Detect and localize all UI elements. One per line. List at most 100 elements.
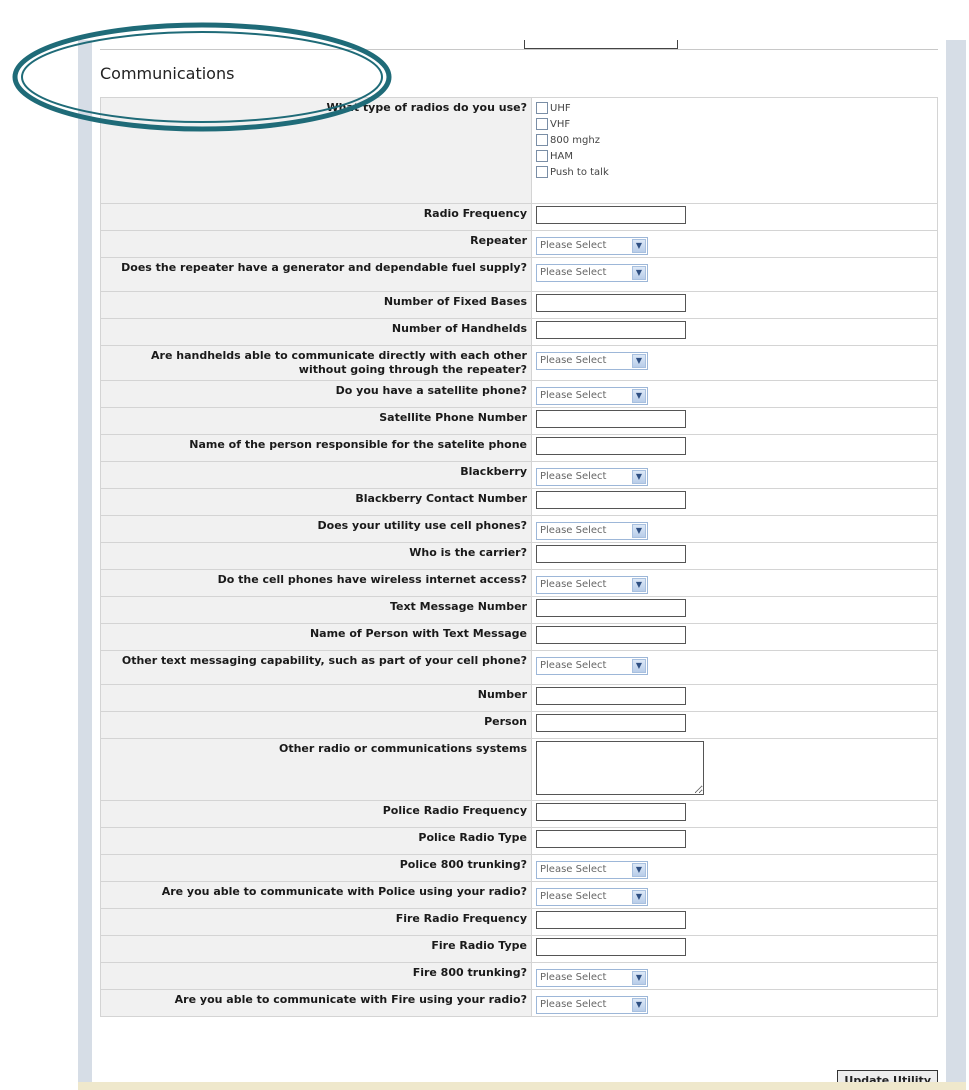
field-cell xyxy=(531,800,938,828)
checkbox-option[interactable]: Push to talk xyxy=(536,164,933,180)
form-row: Number xyxy=(100,684,938,712)
select-dropdown[interactable]: Please Select ▼ xyxy=(536,522,648,540)
select-dropdown[interactable]: Please Select ▼ xyxy=(536,861,648,879)
checkbox-option[interactable]: HAM xyxy=(536,148,933,164)
text-input[interactable] xyxy=(536,410,686,428)
checkbox-label: HAM xyxy=(550,150,573,162)
form-row: Do you have a satellite phone? Please Sel… xyxy=(100,380,938,408)
field-cell xyxy=(531,827,938,855)
field-label: Fire Radio Frequency xyxy=(100,908,532,936)
form-row: Radio Frequency xyxy=(100,203,938,231)
field-cell: Please Select ▼ xyxy=(531,650,938,685)
text-input[interactable] xyxy=(536,294,686,312)
checkbox[interactable] xyxy=(536,102,548,114)
textarea-input[interactable] xyxy=(536,741,704,795)
chevron-down-icon[interactable]: ▼ xyxy=(632,389,646,403)
select-value: Please Select xyxy=(540,525,607,536)
checkbox[interactable] xyxy=(536,150,548,162)
field-cell xyxy=(531,908,938,936)
field-cell: Please Select ▼ xyxy=(531,881,938,909)
chevron-down-icon[interactable]: ▼ xyxy=(632,863,646,877)
checkbox-option[interactable]: 800 mghz xyxy=(536,132,933,148)
select-dropdown[interactable]: Please Select ▼ xyxy=(536,969,648,987)
text-input[interactable] xyxy=(536,491,686,509)
select-dropdown[interactable]: Please Select ▼ xyxy=(536,657,648,675)
chevron-down-icon[interactable]: ▼ xyxy=(632,470,646,484)
field-cell xyxy=(531,935,938,963)
text-input[interactable] xyxy=(536,437,686,455)
select-value: Please Select xyxy=(540,267,607,278)
text-input[interactable] xyxy=(536,911,686,929)
select-dropdown[interactable]: Please Select ▼ xyxy=(536,996,648,1014)
chevron-down-icon[interactable]: ▼ xyxy=(632,971,646,985)
status-strip xyxy=(78,1082,966,1090)
text-input[interactable] xyxy=(536,599,686,617)
form-row: Satellite Phone Number xyxy=(100,407,938,435)
select-value: Please Select xyxy=(540,660,607,671)
text-input[interactable] xyxy=(536,626,686,644)
text-input[interactable] xyxy=(536,545,686,563)
select-value: Please Select xyxy=(540,240,607,251)
text-input[interactable] xyxy=(536,687,686,705)
form-row: Does the repeater have a generator and d… xyxy=(100,257,938,292)
select-dropdown[interactable]: Please Select ▼ xyxy=(536,264,648,282)
chevron-down-icon[interactable]: ▼ xyxy=(632,239,646,253)
field-label: Name of the person responsible for the s… xyxy=(100,434,532,462)
form-row: Are handhelds able to communicate direct… xyxy=(100,345,938,381)
text-input[interactable] xyxy=(536,321,686,339)
chevron-down-icon[interactable]: ▼ xyxy=(632,578,646,592)
select-dropdown[interactable]: Please Select ▼ xyxy=(536,468,648,486)
left-border xyxy=(78,40,92,1090)
field-label: Does your utility use cell phones? xyxy=(100,515,532,543)
form-row: Text Message Number xyxy=(100,596,938,624)
text-input[interactable] xyxy=(536,830,686,848)
highlight-ellipse-inner xyxy=(21,31,383,123)
checkbox-label: Push to talk xyxy=(550,166,609,178)
field-label: Are handhelds able to communicate direct… xyxy=(100,345,532,381)
field-label: Number xyxy=(100,684,532,712)
field-cell: Please Select ▼ xyxy=(531,461,938,489)
text-input[interactable] xyxy=(536,206,686,224)
field-cell: Please Select ▼ xyxy=(531,380,938,408)
previous-field-input[interactable] xyxy=(524,40,678,49)
select-dropdown[interactable]: Please Select ▼ xyxy=(536,888,648,906)
chevron-down-icon[interactable]: ▼ xyxy=(632,890,646,904)
form-row: Name of the person responsible for the s… xyxy=(100,434,938,462)
text-input[interactable] xyxy=(536,803,686,821)
form-row: Name of Person with Text Message xyxy=(100,623,938,651)
field-label: Person xyxy=(100,711,532,739)
select-dropdown[interactable]: Please Select ▼ xyxy=(536,352,648,370)
text-input[interactable] xyxy=(536,714,686,732)
checkbox[interactable] xyxy=(536,118,548,130)
right-scrollbar-track[interactable] xyxy=(946,40,966,1090)
field-label: Police 800 trunking? xyxy=(100,854,532,882)
checkbox[interactable] xyxy=(536,134,548,146)
chevron-down-icon[interactable]: ▼ xyxy=(632,266,646,280)
select-dropdown[interactable]: Please Select ▼ xyxy=(536,576,648,594)
select-dropdown[interactable]: Please Select ▼ xyxy=(536,237,648,255)
field-label: Does the repeater have a generator and d… xyxy=(100,257,532,292)
communications-form: What type of radios do you use? UHF VHF 800… xyxy=(100,97,938,1017)
field-cell: Please Select ▼ xyxy=(531,854,938,882)
field-cell: UHF VHF 800 mghz HAM Push to talk xyxy=(531,97,938,204)
chevron-down-icon[interactable]: ▼ xyxy=(632,524,646,538)
select-value: Please Select xyxy=(540,579,607,590)
form-row: Blackberry Please Select ▼ xyxy=(100,461,938,489)
field-label: Who is the carrier? xyxy=(100,542,532,570)
chevron-down-icon[interactable]: ▼ xyxy=(632,659,646,673)
form-row: Repeater Please Select ▼ xyxy=(100,230,938,258)
field-label: Name of Person with Text Message xyxy=(100,623,532,651)
text-input[interactable] xyxy=(536,938,686,956)
field-cell xyxy=(531,738,938,801)
form-row: Fire Radio Frequency xyxy=(100,908,938,936)
field-label: Satellite Phone Number xyxy=(100,407,532,435)
select-value: Please Select xyxy=(540,864,607,875)
field-label: Number of Handhelds xyxy=(100,318,532,346)
chevron-down-icon[interactable]: ▼ xyxy=(632,354,646,368)
checkbox[interactable] xyxy=(536,166,548,178)
checkbox-option[interactable]: UHF xyxy=(536,100,933,116)
form-row: Who is the carrier? xyxy=(100,542,938,570)
select-dropdown[interactable]: Please Select ▼ xyxy=(536,387,648,405)
chevron-down-icon[interactable]: ▼ xyxy=(632,998,646,1012)
checkbox-option[interactable]: VHF xyxy=(536,116,933,132)
